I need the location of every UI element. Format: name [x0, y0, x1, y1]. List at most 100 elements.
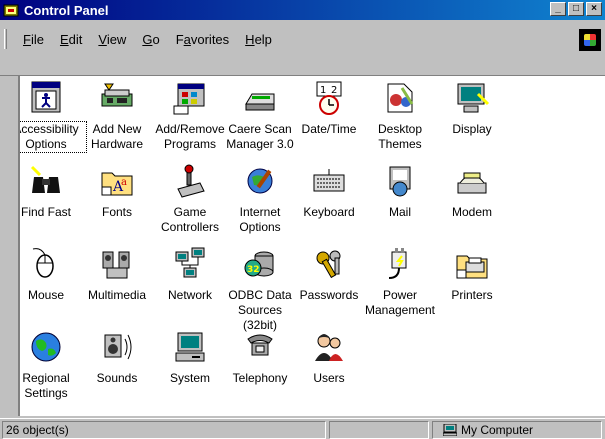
keyboard-icon [311, 163, 347, 199]
cpl-item-label: Multimedia [87, 288, 147, 302]
printer-folder-icon [454, 246, 490, 282]
zone-label: My Computer [461, 423, 534, 437]
menu-help[interactable]: Help [237, 32, 280, 47]
status-zone: My Computer [432, 421, 602, 439]
fonts-folder-icon: Aa [99, 163, 135, 199]
menu-edit[interactable]: Edit [52, 32, 90, 47]
windows-logo-icon [579, 29, 601, 51]
cpl-item-modem[interactable]: Modem [432, 163, 512, 220]
globe-icon [28, 329, 64, 365]
cpl-item-label: Modem [451, 205, 492, 219]
cpl-item-system[interactable]: System [150, 329, 230, 386]
cpl-item-label: Users [313, 371, 345, 385]
cpl-item-game-controllers[interactable]: Game Controllers [150, 163, 230, 235]
multimedia-icon [99, 246, 135, 282]
cpl-item-label: Date/Time [301, 122, 357, 136]
cpl-item-telephony[interactable]: Telephony [220, 329, 300, 386]
svg-text:1: 1 [320, 85, 326, 96]
cpl-item-network[interactable]: Network [150, 246, 230, 303]
cpl-item-desktop-themes[interactable]: Desktop Themes [360, 80, 440, 152]
cpl-item-caere-scan-manager-3-0[interactable]: Caere Scan Manager 3.0 [220, 80, 300, 152]
speaker-icon [99, 329, 135, 365]
keys-icon [311, 246, 347, 282]
svg-text:32: 32 [247, 265, 260, 275]
svg-text:a: a [121, 177, 127, 188]
cpl-item-label: Game Controllers [160, 205, 220, 234]
svg-text:2: 2 [331, 85, 337, 96]
scanner-icon [242, 80, 278, 116]
cpl-item-label: Caere Scan Manager 3.0 [226, 122, 294, 151]
cpl-item-label: Keyboard [303, 205, 355, 219]
cpl-item-printers[interactable]: Printers [432, 246, 512, 303]
title-bar[interactable]: Control Panel _ □ × [0, 0, 605, 20]
menu-grip[interactable] [4, 29, 7, 49]
internet-options-icon [242, 163, 278, 199]
menu-go[interactable]: Go [134, 32, 167, 47]
cpl-item-find-fast[interactable]: Find Fast [20, 163, 86, 220]
cpl-item-accessibility-options[interactable]: Accessibility Options [20, 80, 87, 153]
network-icon [172, 246, 208, 282]
cpl-item-fonts[interactable]: Aa Fonts [77, 163, 157, 220]
cpl-item-label: Passwords [299, 288, 359, 302]
control-panel-icon [3, 2, 19, 18]
cpl-item-label: Display [452, 122, 492, 136]
cpl-item-label: Network [167, 288, 212, 302]
cpl-item-regional-settings[interactable]: Regional Settings [20, 329, 86, 401]
status-bar: 26 object(s) My Computer [0, 418, 605, 439]
maximize-button[interactable]: □ [568, 2, 584, 16]
cpl-item-label: Add New Hardware [90, 122, 144, 151]
cpl-item-mail[interactable]: Mail [360, 163, 440, 220]
cpl-item-label: Fonts [101, 205, 132, 219]
cpl-item-label: Find Fast [20, 205, 71, 219]
menu-file[interactable]: File [15, 32, 52, 47]
cpl-item-label: System [169, 371, 210, 385]
add-remove-programs-icon [172, 80, 208, 116]
cpl-item-add-new-hardware[interactable]: Add New Hardware [77, 80, 157, 152]
cpl-item-mouse[interactable]: Mouse [20, 246, 86, 303]
cpl-item-date-time[interactable]: 1 2 Date/Time [289, 80, 369, 137]
cpl-item-add-remove-programs[interactable]: Add/Remove Programs [150, 80, 230, 152]
cpl-item-label: ODBC Data Sources (32bit) [228, 288, 292, 332]
my-computer-icon [442, 423, 458, 437]
menu-bar: File Edit View Go Favorites Help [0, 20, 605, 76]
mail-icon [382, 163, 418, 199]
desktop-themes-icon [382, 80, 418, 116]
modem-icon [454, 163, 490, 199]
cpl-item-users[interactable]: Users [289, 329, 369, 386]
cpl-item-label: Mail [388, 205, 411, 219]
cpl-item-label: Accessibility Options [20, 121, 87, 153]
joystick-icon [172, 163, 208, 199]
cpl-item-power-management[interactable]: Power Management [360, 246, 440, 318]
cpl-item-passwords[interactable]: Passwords [289, 246, 369, 303]
cpl-item-keyboard[interactable]: Keyboard [289, 163, 369, 220]
cpl-item-internet-options[interactable]: Internet Options [220, 163, 300, 235]
cpl-item-label: Desktop Themes [377, 122, 423, 151]
icon-view[interactable]: Accessibility Options Add New Hardware Add… [18, 76, 605, 416]
minimize-button[interactable]: _ [550, 2, 566, 16]
status-object-count: 26 object(s) [2, 421, 326, 439]
clock-icon: 12 [311, 80, 347, 116]
cpl-item-multimedia[interactable]: Multimedia [77, 246, 157, 303]
cpl-item-label: Mouse [27, 288, 65, 302]
window-title: Control Panel [24, 2, 109, 18]
cpl-item-sounds[interactable]: Sounds [77, 329, 157, 386]
menu-view[interactable]: View [90, 32, 134, 47]
status-empty-pane [329, 421, 429, 439]
binoculars-icon [28, 163, 64, 199]
cpl-item-label: Add/Remove Programs [155, 122, 225, 151]
cpl-item-label: Power Management [364, 288, 436, 317]
cpl-item-display[interactable]: Display [432, 80, 512, 137]
users-icon [311, 329, 347, 365]
cpl-item-label: Internet Options [239, 205, 281, 234]
odbc-icon: 32 [242, 246, 278, 282]
computer-icon [172, 329, 208, 365]
cpl-item-label: Regional Settings [22, 371, 70, 400]
close-button[interactable]: × [586, 2, 602, 16]
cpl-item-odbc-data-sources-32bit[interactable]: 32 ODBC Data Sources (32bit) [220, 246, 300, 333]
add-hardware-icon [99, 80, 135, 116]
accessibility-icon [28, 80, 64, 116]
menu-favorites[interactable]: Favorites [168, 32, 237, 47]
telephone-icon [242, 329, 278, 365]
display-icon [454, 80, 490, 116]
cpl-item-label: Telephony [232, 371, 288, 385]
